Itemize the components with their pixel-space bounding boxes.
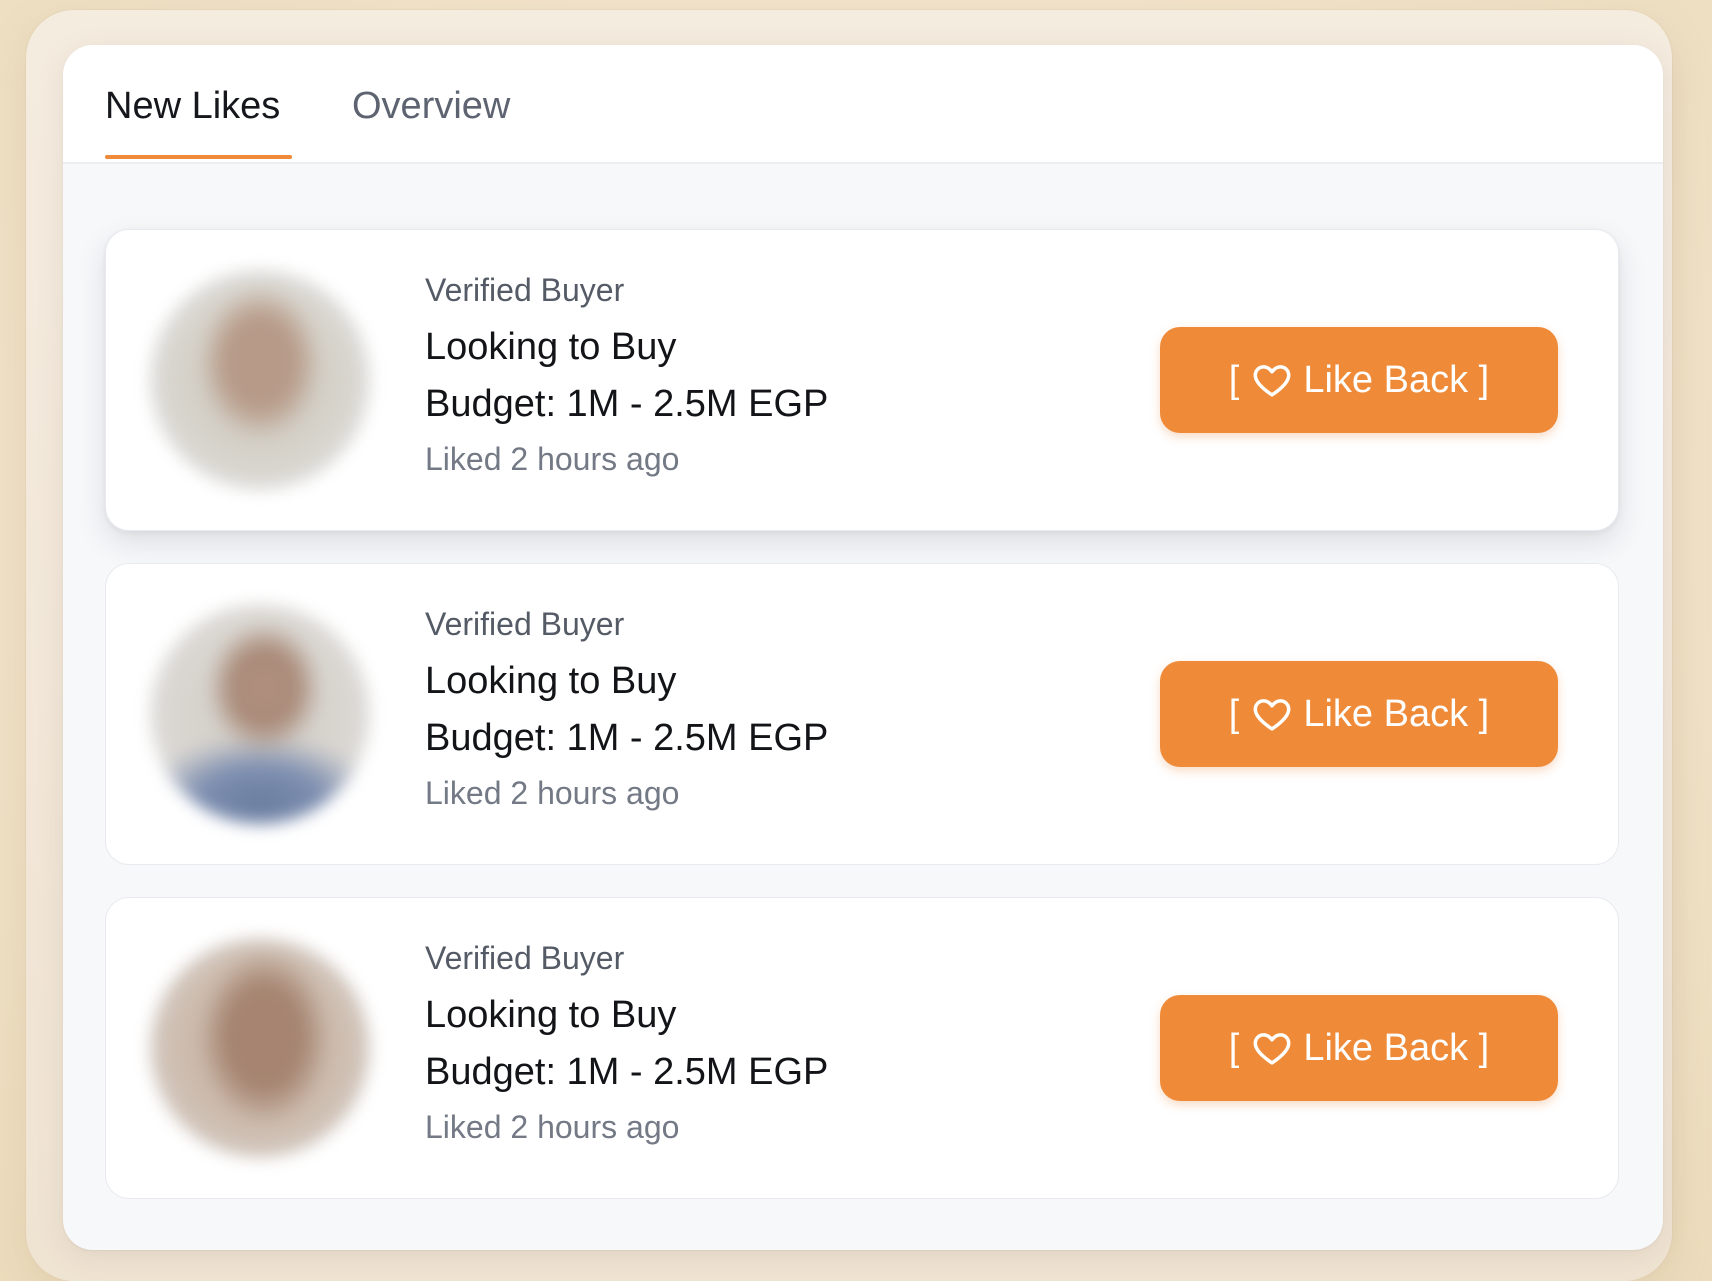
button-bracket-open: [	[1228, 692, 1240, 735]
like-back-label: Like Back ]	[1303, 358, 1490, 401]
verified-badge: Verified Buyer	[425, 940, 625, 976]
like-card: Verified Buyer Looking to Buy Budget: 1M…	[105, 897, 1619, 1199]
like-back-label: Like Back ]	[1303, 692, 1490, 735]
like-back-button[interactable]: [ Like Back ]	[1160, 661, 1558, 767]
avatar	[150, 270, 370, 490]
liked-time: Liked 2 hours ago	[425, 1109, 680, 1145]
heart-icon	[1251, 693, 1293, 735]
likes-panel: New Likes Overview Verified Buyer Lookin…	[63, 45, 1663, 1250]
button-bracket-open: [	[1228, 1026, 1240, 1069]
intent-text: Looking to Buy	[425, 326, 677, 368]
like-back-button[interactable]: [ Like Back ]	[1160, 327, 1558, 433]
like-card: Verified Buyer Looking to Buy Budget: 1M…	[105, 563, 1619, 865]
buyer-info: Verified Buyer Looking to Buy Budget: 1M…	[425, 604, 828, 813]
tab-bar: New Likes Overview	[63, 45, 1663, 164]
avatar	[150, 938, 370, 1158]
heart-icon	[1251, 359, 1293, 401]
verified-badge: Verified Buyer	[425, 606, 625, 642]
likes-list: Verified Buyer Looking to Buy Budget: 1M…	[105, 229, 1619, 1231]
buyer-info: Verified Buyer Looking to Buy Budget: 1M…	[425, 270, 828, 479]
avatar	[150, 604, 370, 824]
tab-new-likes[interactable]: New Likes	[105, 83, 280, 129]
tab-overview[interactable]: Overview	[352, 83, 510, 129]
liked-time: Liked 2 hours ago	[425, 441, 680, 477]
like-card: Verified Buyer Looking to Buy Budget: 1M…	[105, 229, 1619, 531]
like-back-button[interactable]: [ Like Back ]	[1160, 995, 1558, 1101]
budget-text: Budget: 1M - 2.5M EGP	[425, 383, 829, 425]
like-back-label: Like Back ]	[1303, 1026, 1490, 1069]
budget-text: Budget: 1M - 2.5M EGP	[425, 717, 829, 759]
button-bracket-open: [	[1228, 358, 1240, 401]
buyer-info: Verified Buyer Looking to Buy Budget: 1M…	[425, 938, 828, 1147]
budget-text: Budget: 1M - 2.5M EGP	[425, 1051, 829, 1093]
heart-icon	[1251, 1027, 1293, 1069]
verified-badge: Verified Buyer	[425, 272, 625, 308]
intent-text: Looking to Buy	[425, 994, 677, 1036]
liked-time: Liked 2 hours ago	[425, 775, 680, 811]
active-tab-indicator	[105, 155, 292, 159]
intent-text: Looking to Buy	[425, 660, 677, 702]
